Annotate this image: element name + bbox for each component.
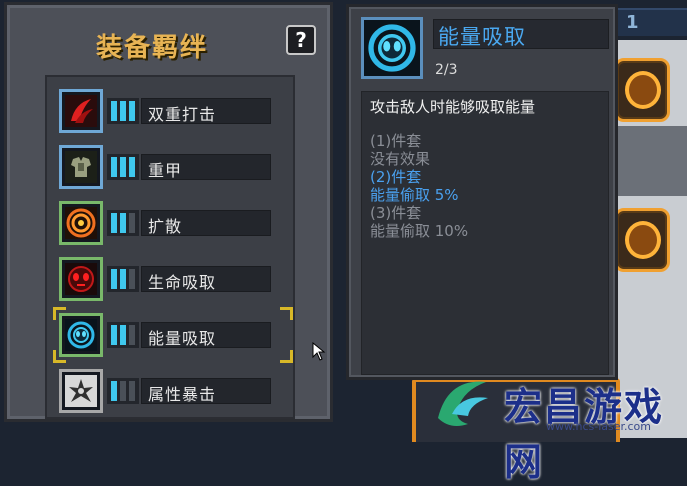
tier-indicator <box>107 322 139 348</box>
set-tier-1-label: (1)件套 <box>370 132 422 150</box>
bond-name: 能量吸取 <box>148 329 217 348</box>
watermark-url: www.hcs-laser.com <box>546 420 651 433</box>
bond-name: 重甲 <box>148 161 183 180</box>
top-bar-fragment: 1 <box>612 8 687 36</box>
panel-title: 装备羁绊 <box>95 33 208 63</box>
tier-indicator <box>107 210 139 236</box>
blue-eye-icon <box>361 17 423 79</box>
set-count: 2/3 <box>435 62 458 78</box>
bond-tooltip: 能量吸取 2/3 攻击敌人时能够吸取能量 (1)件套 没有效果 (2)件套 能量… <box>346 4 618 380</box>
tooltip-body: 攻击敌人时能够吸取能量 (1)件套 没有效果 (2)件套 能量偷取 5% (3)… <box>361 91 609 375</box>
tier-indicator <box>107 378 139 404</box>
watermark-logo-icon <box>438 381 488 426</box>
bond-row-double-strike[interactable]: 双重打击 <box>59 89 287 133</box>
gray-burst-icon <box>59 369 103 413</box>
set-tier-1-effect: 没有效果 <box>370 150 431 168</box>
bond-row-energy-drain[interactable]: 能量吸取 <box>53 307 293 363</box>
tooltip-title: 能量吸取 <box>438 25 526 49</box>
selection-corner <box>280 350 293 363</box>
orange-shield-icon <box>614 208 670 272</box>
selection-corner <box>280 307 293 320</box>
orange-ring-icon <box>59 201 103 245</box>
set-tier-2-label: (2)件套 <box>370 168 422 186</box>
bond-name: 扩散 <box>148 217 183 236</box>
tier-indicator <box>107 266 139 292</box>
help-button[interactable]: ? <box>286 25 316 55</box>
corner-number: 1 <box>626 12 639 33</box>
bond-name: 双重打击 <box>148 105 217 124</box>
tier-indicator <box>107 98 139 124</box>
watermark: 宏昌游戏网 www.hcs-laser.com <box>428 368 687 484</box>
tier-indicator <box>107 154 139 180</box>
armor-icon <box>59 145 103 189</box>
red-claw-icon <box>59 89 103 133</box>
orange-coin-icon <box>614 58 670 122</box>
red-skull-icon <box>59 257 103 301</box>
bond-name: 属性暴击 <box>148 385 217 404</box>
bond-name: 生命吸取 <box>148 273 217 292</box>
equipment-bond-panel: 装备羁绊 ? 双重打击 重甲 扩散 生命吸取 能量吸取 属性暴击 <box>4 2 333 422</box>
bond-list: 双重打击 重甲 扩散 生命吸取 能量吸取 属性暴击 <box>45 75 295 419</box>
bond-row-attribute-crit[interactable]: 属性暴击 <box>59 369 287 413</box>
set-tier-2-effect: 能量偷取 5% <box>370 186 459 204</box>
set-tier-3-effect: 能量偷取 10% <box>370 222 469 240</box>
blue-eye-icon <box>59 313 103 357</box>
bond-row-life-steal[interactable]: 生命吸取 <box>59 257 287 301</box>
bond-row-heavy-armor[interactable]: 重甲 <box>59 145 287 189</box>
tooltip-description: 攻击敌人时能够吸取能量 <box>370 98 536 116</box>
bond-row-spread[interactable]: 扩散 <box>59 201 287 245</box>
mouse-cursor-icon <box>312 342 326 361</box>
set-tier-3-label: (3)件套 <box>370 204 422 222</box>
